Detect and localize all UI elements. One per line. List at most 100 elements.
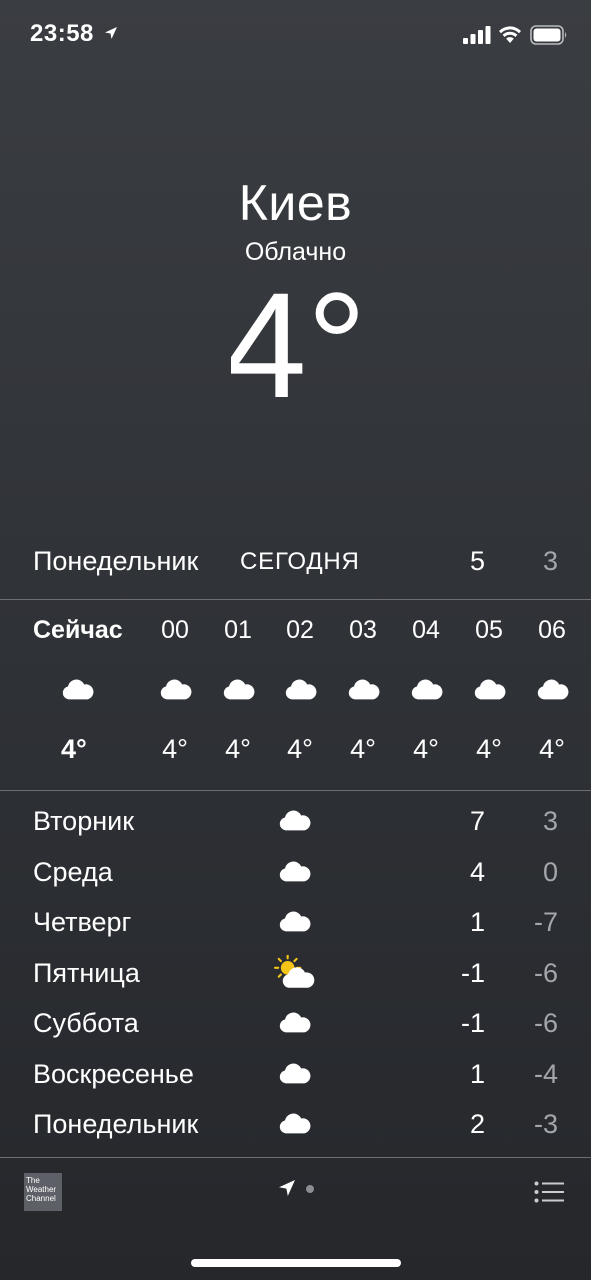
hourly-icon — [347, 676, 380, 700]
hourly-time: 00 — [161, 616, 189, 644]
daily-row: Воскресенье 1 -4 — [0, 1050, 591, 1101]
city-name: Киев — [238, 175, 353, 231]
day-low: -4 — [533, 1058, 558, 1089]
hourly-time: 06 — [538, 616, 566, 644]
cloud-icon — [279, 911, 311, 932]
today-label: СЕГОДНЯ — [240, 548, 360, 575]
battery-icon — [530, 25, 567, 45]
logo-line: The — [26, 1176, 40, 1185]
hourly-temp: 4° — [539, 734, 565, 764]
current-temperature-display: 4° — [231, 282, 361, 412]
hourly-forecast[interactable]: Сейчас 4° 00 4° 01 4° 02 4° 03 4° 04 4° 05 4° 06 4° — [0, 600, 591, 790]
daily-row: Четверг 1 -7 — [0, 898, 591, 949]
cloud-icon — [62, 679, 94, 700]
daily-row: Пятница -1 -6 — [0, 949, 591, 1000]
daily-row: Вторник 7 3 — [0, 797, 591, 848]
day-icon — [278, 908, 314, 938]
cloud-icon — [279, 1012, 311, 1033]
hourly-time: 02 — [286, 616, 314, 644]
cloud-icon — [537, 679, 569, 700]
day-high: 1 — [469, 907, 485, 937]
hourly-temp: 4° — [225, 734, 251, 764]
hourly-time: 04 — [412, 616, 440, 644]
wifi-icon — [499, 26, 521, 43]
hourly-item: 06 4° — [520, 600, 584, 790]
hourly-now: Сейчас 4° — [31, 600, 127, 790]
hourly-temp: 4° — [287, 734, 313, 764]
day-icon — [278, 858, 314, 888]
location-arrow-icon[interactable] — [278, 1179, 296, 1197]
day-name: Среда — [33, 856, 113, 887]
hourly-time: 05 — [475, 616, 503, 644]
day-icon — [278, 1009, 314, 1039]
home-indicator[interactable] — [191, 1259, 401, 1267]
daily-row: Среда 4 0 — [0, 848, 591, 899]
day-low: 3 — [542, 806, 558, 836]
day-high: -1 — [460, 957, 485, 988]
day-name: Воскресенье — [33, 1058, 194, 1089]
location-arrow-icon — [105, 27, 117, 39]
cloud-icon — [279, 1063, 311, 1083]
hourly-icon — [473, 676, 506, 700]
list-icon[interactable] — [534, 1181, 564, 1203]
current-temperature: 4° — [0, 282, 591, 442]
cloud-icon — [348, 679, 380, 700]
cloud-icon — [279, 810, 311, 831]
hourly-temp: 4° — [162, 734, 188, 764]
day-icon — [274, 953, 315, 988]
current-temperature-value: 4° — [231, 282, 361, 412]
page-dot[interactable] — [306, 1185, 314, 1193]
signal-icon — [463, 26, 491, 44]
hourly-icon — [222, 676, 255, 700]
weather-channel-logo[interactable]: The Weather Channel — [24, 1173, 62, 1211]
day-name: Суббота — [33, 1008, 139, 1038]
day-low: -7 — [533, 907, 558, 937]
cloud-icon — [279, 1113, 311, 1134]
hourly-temp: 4° — [413, 734, 439, 764]
hourly-time: 01 — [224, 616, 252, 644]
day-name: Пятница — [33, 957, 140, 988]
today-row: Понедельник СЕГОДНЯ 5 3 — [0, 540, 591, 586]
divider — [0, 790, 591, 791]
partly-sunny-icon — [274, 953, 315, 988]
hourly-icon — [159, 676, 192, 700]
day-high: 2 — [469, 1109, 485, 1139]
day-low: -6 — [533, 957, 558, 988]
hourly-time: 03 — [349, 616, 377, 644]
day-high: -1 — [460, 1008, 485, 1038]
hourly-icon — [410, 676, 443, 700]
hourly-item: 01 4° — [206, 600, 270, 790]
day-low: 0 — [542, 856, 558, 887]
hourly-icon — [536, 676, 569, 700]
logo-line: Weather — [26, 1185, 57, 1194]
day-low: -6 — [533, 1008, 558, 1038]
day-name: Четверг — [33, 907, 132, 937]
logo-line: Channel — [26, 1194, 56, 1203]
day-name: Вторник — [33, 806, 135, 836]
weather-condition: Облачно — [244, 238, 347, 266]
cloud-icon — [160, 679, 192, 700]
cloud-icon — [223, 679, 255, 700]
hourly-item: 05 4° — [457, 600, 521, 790]
daily-forecast: Вторник 7 3 Среда 4 0 Четверг 1 -7 Пятница -1 -6 Суб… — [0, 797, 591, 1151]
hourly-item: 02 4° — [268, 600, 332, 790]
day-icon — [278, 807, 314, 837]
day-icon — [278, 1110, 314, 1140]
status-time: 23:58 — [30, 20, 94, 47]
hourly-item: 04 4° — [394, 600, 458, 790]
hourly-icon — [61, 676, 94, 700]
daily-row: Суббота -1 -6 — [0, 999, 591, 1050]
cloud-icon — [411, 679, 443, 700]
day-high: 1 — [469, 1058, 485, 1089]
day-icon — [278, 1060, 314, 1090]
hourly-item: 00 4° — [143, 600, 207, 790]
hourly-temp: 4° — [350, 734, 376, 764]
today-day: Понедельник — [33, 546, 199, 576]
hourly-item: 03 4° — [331, 600, 395, 790]
today-high: 5 — [469, 546, 485, 576]
day-low: -3 — [533, 1109, 558, 1139]
status-bar: 23:58 — [0, 0, 591, 70]
day-name: Понедельник — [33, 1109, 199, 1139]
bottom-toolbar: The Weather Channel — [0, 1157, 591, 1227]
day-high: 4 — [469, 856, 485, 887]
